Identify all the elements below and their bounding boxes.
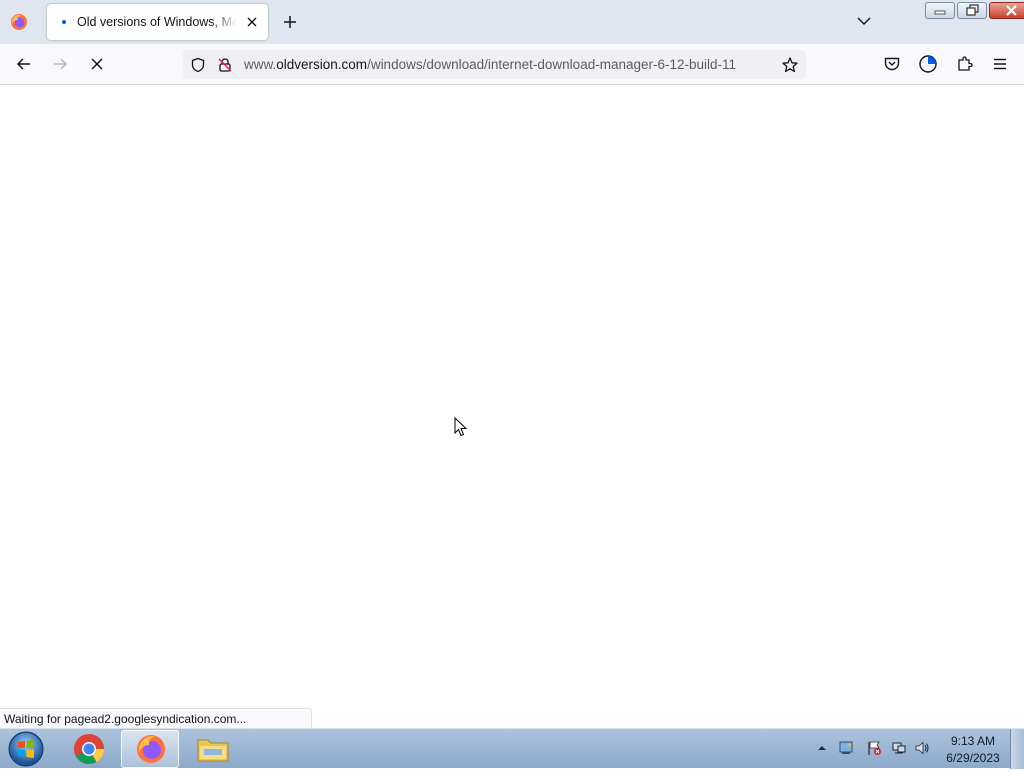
stop-loading-icon[interactable] <box>87 54 107 74</box>
url-prefix: www. <box>244 57 277 72</box>
url-text[interactable]: www.oldversion.com/windows/download/inte… <box>244 57 766 72</box>
firefox-view-icon[interactable] <box>918 54 938 74</box>
pocket-icon[interactable] <box>882 54 902 74</box>
minimize-icon <box>934 10 946 15</box>
url-path: /windows/download/internet-download-mana… <box>367 57 737 72</box>
taskbar-explorer[interactable] <box>184 730 242 768</box>
new-tab-icon[interactable] <box>280 12 300 32</box>
close-icon <box>1006 5 1017 16</box>
url-host: oldversion.com <box>276 57 368 72</box>
firefox-icon[interactable] <box>9 12 29 32</box>
clock-time: 9:13 AM <box>950 734 996 748</box>
page-content <box>0 85 1024 728</box>
close-tab-icon[interactable] <box>243 13 261 31</box>
firefox-icon <box>137 735 165 763</box>
show-hidden-icons-icon[interactable] <box>814 740 830 756</box>
bookmark-star-icon[interactable] <box>781 56 799 74</box>
folder-icon <box>197 739 229 762</box>
clock-date: 6/29/2023 <box>946 751 1000 765</box>
close-window-button[interactable] <box>989 2 1024 19</box>
mouse-pointer-icon <box>454 417 468 437</box>
taskbar-chrome[interactable] <box>60 730 118 768</box>
chrome-icon <box>74 734 104 765</box>
start-orb-icon[interactable] <box>6 730 46 768</box>
restore-icon <box>966 4 979 16</box>
insecure-lock-icon[interactable] <box>217 57 233 73</box>
loading-indicator-icon <box>62 20 66 24</box>
tab-title: Old versions of Windows, Mac <box>77 15 237 29</box>
volume-icon[interactable] <box>914 740 930 756</box>
back-arrow-icon[interactable] <box>14 54 34 74</box>
network-tray-icon[interactable] <box>838 740 854 756</box>
url-bar[interactable]: www.oldversion.com/windows/download/inte… <box>183 50 806 79</box>
extensions-puzzle-icon[interactable] <box>955 54 975 74</box>
navigation-toolbar: www.oldversion.com/windows/download/inte… <box>0 44 1024 85</box>
window-controls <box>925 2 1024 20</box>
taskbar: 9:13 AM 6/29/2023 <box>0 728 1024 769</box>
action-center-flag-icon[interactable] <box>866 740 882 756</box>
show-desktop-button[interactable] <box>1010 729 1024 769</box>
minimize-button[interactable] <box>925 2 955 19</box>
hamburger-menu-icon[interactable] <box>990 54 1010 74</box>
taskbar-firefox[interactable] <box>121 730 179 768</box>
tracking-protection-shield-icon[interactable] <box>190 57 206 73</box>
status-panel: Waiting for pagead2.googlesyndication.co… <box>0 708 312 728</box>
network-computer-icon[interactable] <box>891 740 907 756</box>
system-clock[interactable]: 9:13 AM 6/29/2023 <box>938 733 1008 767</box>
tab-active[interactable]: Old versions of Windows, Mac <box>47 4 268 40</box>
forward-arrow-icon[interactable] <box>50 54 70 74</box>
tab-bar: Old versions of Windows, Mac <box>0 0 1024 44</box>
restore-button[interactable] <box>957 2 987 19</box>
chevron-down-icon[interactable] <box>855 12 873 30</box>
